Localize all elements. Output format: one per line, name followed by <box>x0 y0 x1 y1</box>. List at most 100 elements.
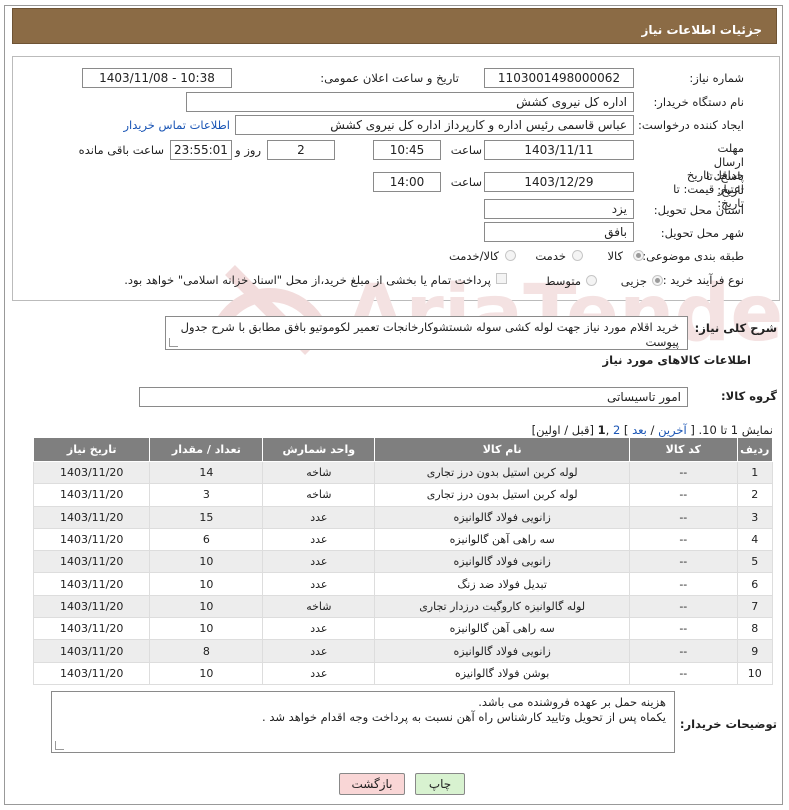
item-need-date: 1403/11/20 <box>32 639 151 663</box>
row-index: 1 <box>736 460 774 485</box>
province-field[interactable]: یزد <box>484 199 634 219</box>
col-header-unit: واحد شمارش <box>262 437 376 462</box>
item-qty: 14 <box>149 460 264 485</box>
page-title: جزئیات اطلاعات نیاز <box>12 8 777 44</box>
item-qty: 10 <box>149 550 264 574</box>
pagination-page-2[interactable]: 2 <box>613 423 620 437</box>
item-unit: عدد <box>262 550 376 574</box>
contact-info-link[interactable]: اطلاعات تماس خریدار <box>123 118 230 132</box>
process-radio-minor[interactable] <box>652 275 663 286</box>
process-radio-medium[interactable] <box>586 275 597 286</box>
price-validity-time-label: ساعت <box>450 175 482 189</box>
resize-grip-icon[interactable] <box>55 741 64 750</box>
remaining-time-field[interactable]: 23:55:01 <box>170 140 232 160</box>
row-index: 7 <box>736 594 774 619</box>
category-radio-goods-service[interactable] <box>505 250 516 261</box>
item-code: -- <box>629 661 738 685</box>
item-qty: 15 <box>149 505 264 529</box>
col-header-name: نام کالا <box>374 437 631 462</box>
reply-time-field[interactable]: 10:45 <box>373 140 441 160</box>
table-row: 5 -- زانویی فولاد گالوانیزه عدد 10 1403/11/20 <box>32 550 774 574</box>
description-label: شرح کلی نیاز: <box>694 321 777 335</box>
item-need-date: 1403/11/20 <box>32 661 151 685</box>
buyer-notes-line-1: هزینه حمل بر عهده فروشنده می باشد. <box>478 695 666 709</box>
pagination-next-link[interactable]: بعد <box>632 423 647 437</box>
table-row: 8 -- سه راهی آهن گالوانیزه عدد 10 1403/11/20 <box>32 617 774 641</box>
buyer-notes-textarea[interactable]: هزینه حمل بر عهده فروشنده می باشد. یکماه… <box>51 691 675 753</box>
item-need-date: 1403/11/20 <box>32 505 151 529</box>
item-unit: شاخه <box>262 594 376 619</box>
item-name: سه راهی آهن گالوانیزه <box>374 527 631 552</box>
remaining-time-label: ساعت باقی مانده <box>78 143 164 157</box>
item-code: -- <box>629 639 738 663</box>
item-code: -- <box>629 460 738 485</box>
col-header-date: تاریخ نیاز <box>32 437 151 462</box>
item-name: لوله کربن استیل بدون درز تجاری <box>374 483 631 507</box>
goods-group-label: گروه کالا: <box>721 389 777 403</box>
city-label: شهر محل تحویل: <box>660 226 744 240</box>
remaining-days-field[interactable]: 2 <box>267 140 335 160</box>
price-validity-time-field[interactable]: 14:00 <box>373 172 441 192</box>
item-name: بوشن فولاد گالوانیزه <box>374 661 631 685</box>
reply-date-field[interactable]: 1403/11/11 <box>484 140 634 160</box>
row-index: 10 <box>736 661 774 685</box>
col-header-qty: تعداد / مقدار <box>149 437 264 462</box>
pagination-range: نمایش 1 تا 10. <box>698 423 773 437</box>
pagination-prev-first: [قبل / اولین] <box>531 423 594 437</box>
creator-label: ایجاد کننده درخواست: <box>638 118 744 132</box>
creator-field[interactable]: عباس قاسمی رئیس اداره و کارپرداز اداره ک… <box>235 115 634 135</box>
col-header-row: ردیف <box>736 437 774 462</box>
item-unit: عدد <box>262 505 376 529</box>
announce-datetime-field[interactable]: 1403/11/08 - 10:38 <box>82 68 232 88</box>
process-option-minor: جزیی <box>620 274 647 288</box>
buyer-notes-line-2: یکماه پس از تحویل وتایید کارشناس راه آهن… <box>262 710 666 724</box>
pagination-last-link[interactable]: آخرین <box>658 423 687 437</box>
item-code: -- <box>629 617 738 641</box>
row-index: 4 <box>736 527 774 552</box>
buyer-org-field[interactable]: اداره کل نیروی کشش <box>186 92 634 112</box>
description-textarea[interactable]: خرید اقلام مورد نیاز جهت لوله کشی سوله ش… <box>165 316 688 350</box>
city-field[interactable]: بافق <box>484 222 634 242</box>
goods-section-title: اطلاعات کالاهای مورد نیاز <box>602 353 751 367</box>
item-need-date: 1403/11/20 <box>32 572 151 596</box>
need-number-field[interactable]: 1103001498000062 <box>484 68 634 88</box>
process-option-medium: متوسط <box>544 274 581 288</box>
table-row: 4 -- سه راهی آهن گالوانیزه عدد 6 1403/11/20 <box>32 527 774 552</box>
pagination-comma: , <box>605 423 610 437</box>
item-code: -- <box>629 483 738 507</box>
goods-table: ردیف کد کالا نام کالا واحد شمارش تعداد /… <box>32 437 774 685</box>
item-qty: 10 <box>149 594 264 619</box>
row-index: 8 <box>736 617 774 641</box>
pagination-page-1-current: 1 <box>597 423 606 437</box>
item-need-date: 1403/11/20 <box>32 483 151 507</box>
description-text: خرید اقلام مورد نیاز جهت لوله کشی سوله ش… <box>180 320 679 349</box>
print-button[interactable]: چاپ <box>415 773 465 795</box>
treasury-payment-checkbox[interactable] <box>496 273 507 284</box>
goods-group-field[interactable]: امور تاسیساتی <box>139 387 688 407</box>
item-code: -- <box>629 594 738 619</box>
row-index: 5 <box>736 550 774 574</box>
item-name: تبدیل فولاد ضد زنگ <box>374 572 631 596</box>
row-index: 6 <box>736 572 774 596</box>
pagination-open-bracket: [ <box>690 423 695 437</box>
item-unit: شاخه <box>262 460 376 485</box>
item-unit: عدد <box>262 639 376 663</box>
table-row: 6 -- تبدیل فولاد ضد زنگ عدد 10 1403/11/20 <box>32 572 774 596</box>
category-radio-goods[interactable] <box>633 250 644 261</box>
category-radio-service[interactable] <box>572 250 583 261</box>
buyer-notes-label: توضیحات خریدار: <box>679 717 777 731</box>
item-qty: 10 <box>149 572 264 596</box>
item-code: -- <box>629 505 738 529</box>
table-row: 10 -- بوشن فولاد گالوانیزه عدد 10 1403/11/20 <box>32 661 774 685</box>
resize-grip-icon[interactable] <box>169 338 178 347</box>
process-type-label: نوع فرآیند خرید : <box>662 273 744 287</box>
category-option-goods-service: کالا/خدمت <box>448 249 499 263</box>
pagination: نمایش 1 تا 10. [ آخرین / بعد ] 2 ,1 [قبل… <box>532 423 773 437</box>
table-row: 9 -- زانویی فولاد گالوانیزه عدد 8 1403/11/20 <box>32 639 774 663</box>
back-button[interactable]: بازگشت <box>339 773 405 795</box>
treasury-payment-note: پرداخت تمام یا بخشی از مبلغ خرید،از محل … <box>124 273 491 287</box>
item-qty: 6 <box>149 527 264 552</box>
row-index: 3 <box>736 505 774 529</box>
table-row: 1 -- لوله کربن استیل بدون درز تجاری شاخه 14 1… <box>32 460 774 485</box>
price-validity-date-field[interactable]: 1403/12/29 <box>484 172 634 192</box>
